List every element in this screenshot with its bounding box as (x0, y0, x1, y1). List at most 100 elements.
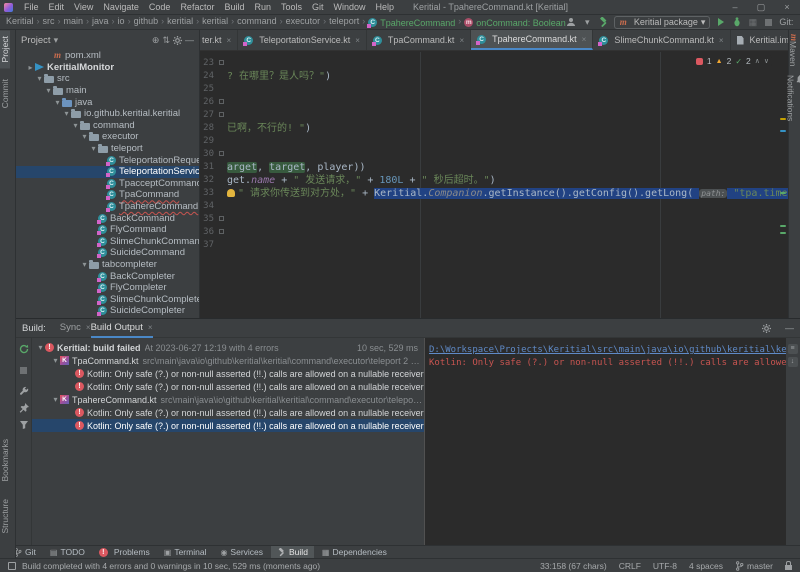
tree-toggle-icon[interactable]: ▾ (53, 98, 62, 107)
menu-window[interactable]: Window (329, 2, 371, 12)
toolwindow-button-dependencies[interactable]: ▦Dependencies (316, 546, 393, 559)
tree-toggle-icon[interactable]: ▾ (62, 109, 71, 118)
stop-build-icon[interactable] (20, 361, 27, 379)
code-line-30[interactable]: 30 (200, 148, 778, 161)
project-tree-item-TeleportationRequest[interactable]: CTeleportationRequest (16, 154, 199, 166)
project-tree-item-pom.xml[interactable]: mpom.xml (16, 50, 199, 62)
soft-wrap-icon[interactable]: ≡ (788, 344, 798, 354)
stripe-bookmarks[interactable]: Bookmarks (0, 433, 10, 488)
project-tree-item-FlyCompleter[interactable]: CFlyCompleter (16, 282, 199, 294)
code-line-26[interactable]: 26 (200, 96, 778, 109)
project-tree-item-TpacceptCommand[interactable]: CTpacceptCommand (16, 178, 199, 190)
crumb-executor[interactable]: executor (286, 16, 321, 26)
menu-build[interactable]: Build (219, 2, 249, 12)
line-separator[interactable]: CRLF (619, 561, 641, 571)
code-line-35[interactable]: 35 (200, 213, 778, 226)
project-tree-item-KeritialMonitor[interactable]: ▸KeritialMonitor (16, 62, 199, 74)
project-tree-item-SlimeChunkCommand[interactable]: CSlimeChunkCommand (16, 236, 199, 248)
minimize-icon[interactable]: – (722, 0, 748, 14)
code-line-37[interactable]: 37 (200, 239, 778, 252)
project-tree-item-SuicideCompleter[interactable]: CSuicideCompleter (16, 305, 199, 317)
crumb-command[interactable]: command (237, 16, 277, 26)
toolwindow-button-problems[interactable]: !Problems (93, 546, 156, 559)
toolwindow-button-todo[interactable]: ▤TODO (44, 546, 91, 559)
scroll-to-end-icon[interactable]: ↓ (788, 357, 798, 367)
tree-toggle-icon[interactable]: ▾ (71, 121, 80, 130)
prev-problem-icon[interactable]: ∧ (755, 57, 760, 65)
fold-marker[interactable] (218, 57, 227, 70)
crumb-teleport[interactable]: teleport (329, 16, 359, 26)
crumb-java[interactable]: java (92, 16, 109, 26)
readonly-lock-icon[interactable] (785, 565, 792, 570)
crumb-io[interactable]: io (118, 16, 125, 26)
hide-panel-icon[interactable]: — (185, 35, 194, 45)
stripe-project[interactable]: Project (0, 30, 10, 68)
build-tree-row[interactable]: !Kotlin: Only safe (?.) or non-null asse… (32, 367, 424, 380)
menu-help[interactable]: Help (371, 2, 400, 12)
code-line-36[interactable]: 36 (200, 226, 778, 239)
run-button[interactable] (715, 16, 726, 28)
crumb-keritial[interactable]: keritial (202, 16, 228, 26)
coverage-button[interactable]: ▦ (747, 16, 758, 28)
stripe-maven[interactable]: mMaven (788, 30, 800, 71)
tree-toggle-icon[interactable]: ▾ (80, 132, 89, 141)
close-tab-icon[interactable]: × (582, 35, 587, 44)
code-line-29[interactable]: 29 (200, 135, 778, 148)
tree-toggle-icon[interactable]: ▸ (26, 63, 35, 72)
close-tab-icon[interactable]: × (719, 36, 724, 45)
menu-refactor[interactable]: Refactor (175, 2, 219, 12)
hide-panel-icon[interactable]: — (785, 323, 794, 333)
code-line-24[interactable]: 24? 在哪里？是人吗？") (200, 70, 778, 83)
gear-icon[interactable] (173, 36, 182, 45)
build-tree-row[interactable]: !Kotlin: Only safe (?.) or non-null asse… (32, 380, 424, 393)
project-tree-item-src[interactable]: ▾src (16, 73, 199, 85)
code-line-28[interactable]: 28已啊，不行的! ") (200, 122, 778, 135)
project-tree-item-main[interactable]: ▾main (16, 85, 199, 97)
build-console[interactable]: D:\Workspace\Projects\Keritial\src\main\… (424, 338, 786, 545)
tree-toggle-icon[interactable]: ▾ (51, 395, 60, 404)
code-line-32[interactable]: 32get.name + " 发送请求，" + 180L + " 秒后超时。") (200, 174, 778, 187)
menu-navigate[interactable]: Navigate (98, 2, 144, 12)
indent-setting[interactable]: 4 spaces (689, 561, 723, 571)
project-tree-item-tabcompleter[interactable]: ▾tabcompleter (16, 259, 199, 271)
toolwindow-button-terminal[interactable]: ▣Terminal (158, 546, 213, 559)
close-tab-icon[interactable]: × (355, 36, 360, 45)
stop-button[interactable] (763, 16, 774, 28)
close-icon[interactable]: × (774, 0, 800, 14)
crumb-Keritial[interactable]: Keritial (6, 16, 34, 26)
build-hammer-icon[interactable] (598, 16, 609, 28)
inspections-widget[interactable]: 1 ▲ 2 ✓ 2 ∧ ∨ (693, 55, 772, 67)
fold-marker[interactable] (218, 226, 227, 239)
fold-marker[interactable] (218, 213, 227, 226)
pin-icon[interactable] (19, 403, 29, 413)
code-line-27[interactable]: 27 (200, 109, 778, 122)
menu-git[interactable]: Git (307, 2, 329, 12)
wrench-icon[interactable] (19, 386, 29, 396)
editor-tab-Keritial.iml[interactable]: Keritial.iml× (731, 30, 788, 50)
gear-icon[interactable] (762, 324, 771, 333)
code-line-23[interactable]: 23 (200, 57, 778, 70)
toolwindow-button-services[interactable]: ◉Services (214, 546, 269, 559)
fold-marker[interactable] (218, 109, 227, 122)
debug-button[interactable] (731, 16, 742, 28)
git-branch-widget[interactable]: master (735, 561, 773, 571)
project-panel-title[interactable]: Project (21, 35, 51, 46)
close-tab-icon[interactable]: × (227, 36, 232, 45)
close-tab-icon[interactable]: × (459, 36, 464, 45)
project-tree-item-teleport[interactable]: ▾teleport (16, 143, 199, 155)
build-tree-row[interactable]: ▾!Keritial: build failedAt 2023-06-27 12… (32, 341, 424, 354)
tree-toggle-icon[interactable]: ▾ (35, 74, 44, 83)
stripe-notifications[interactable]: Notifications (786, 71, 800, 125)
build-tree-row[interactable]: ▾KTpahereCommand.ktsrc\main\java\io\gith… (32, 393, 424, 406)
tree-toggle-icon[interactable]: ▾ (36, 343, 45, 352)
menu-run[interactable]: Run (249, 2, 276, 12)
user-avatar-icon[interactable] (566, 16, 577, 28)
project-tree-item-TeleportationService[interactable]: CTeleportationService (16, 166, 199, 178)
tree-toggle-icon[interactable]: ▾ (89, 144, 98, 153)
locate-file-icon[interactable]: ⊕ (152, 35, 160, 46)
project-tree-item-SuicideCommand[interactable]: CSuicideCommand (16, 247, 199, 259)
menu-tools[interactable]: Tools (276, 2, 307, 12)
project-tree-item-TpahereCommand[interactable]: CTpahereCommand (16, 201, 199, 213)
collapse-all-icon[interactable]: ⇅ (162, 35, 170, 46)
project-tree-item-command[interactable]: ▾command (16, 120, 199, 132)
